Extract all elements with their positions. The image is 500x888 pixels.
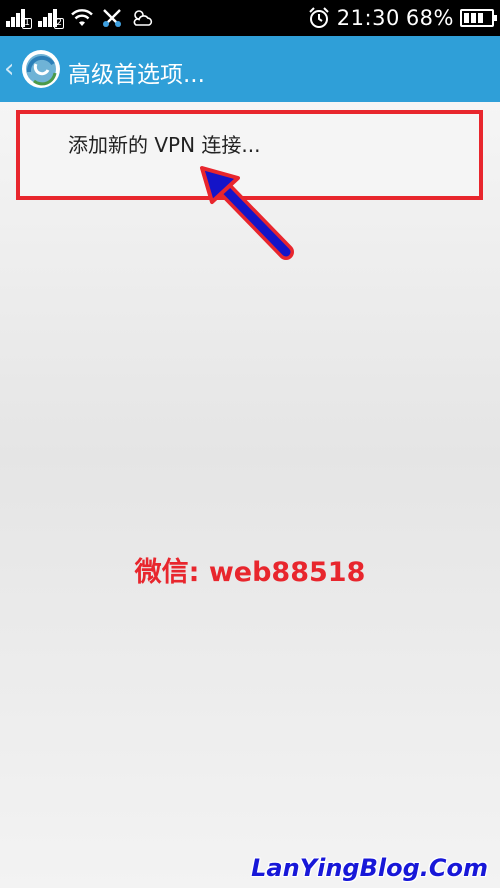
clock: 21:30: [336, 6, 400, 30]
app-logo-icon[interactable]: [20, 48, 62, 90]
status-bar: 1 2 21:30 68%: [0, 0, 500, 36]
back-chevron-icon[interactable]: ‹: [4, 54, 14, 84]
weather-icon: [133, 10, 153, 26]
page-title: 高级首选项...: [68, 62, 205, 88]
preferences-list: 添加新的 VPN 连接... 微信: web88518 LanYingBlog.…: [0, 102, 500, 888]
status-right-icons: 21:30 68%: [307, 3, 497, 33]
sim1-label: 1: [22, 18, 32, 29]
action-bar: ‹ 高级首选项...: [0, 36, 500, 102]
battery-percent: 68%: [405, 6, 454, 30]
signal-sim2-icon: 2: [38, 7, 64, 29]
wifi-icon: [71, 9, 93, 26]
add-vpn-connection-label: 添加新的 VPN 连接...: [68, 133, 261, 157]
sync-icon: [103, 9, 121, 27]
alarm-icon: [309, 7, 329, 28]
signal-sim1-icon: 1: [6, 7, 32, 29]
site-watermark: LanYingBlog.Com: [251, 854, 488, 882]
pointer-arrow-icon: [200, 166, 294, 260]
status-left-icons: 1 2: [6, 5, 154, 31]
wechat-annotation: 微信: web88518: [134, 557, 366, 588]
sim2-label: 2: [54, 18, 64, 29]
battery-icon: [460, 9, 497, 27]
